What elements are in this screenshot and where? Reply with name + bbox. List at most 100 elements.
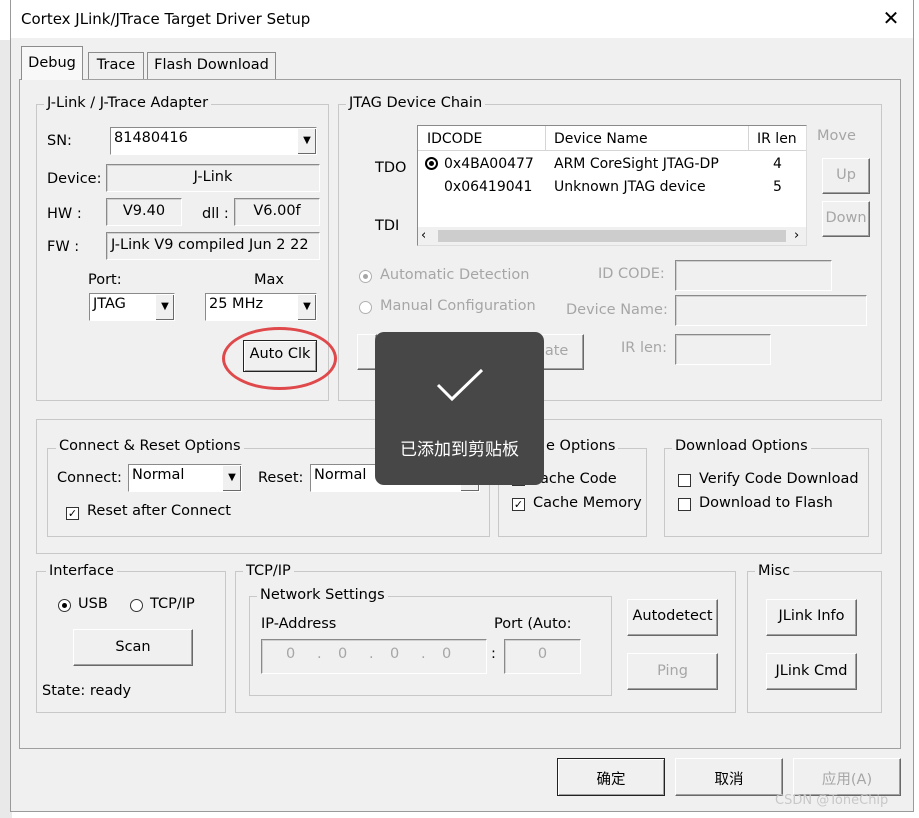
row-device-name: ARM CoreSight JTAG-DP bbox=[554, 156, 719, 172]
download-to-flash-checkbox[interactable] bbox=[678, 498, 691, 511]
column-header-idcode[interactable]: IDCODE bbox=[427, 131, 482, 147]
chevron-down-icon: ▼ bbox=[297, 128, 316, 154]
reset-label: Reset: bbox=[258, 470, 304, 486]
jlink-cmd-label: JLink Cmd bbox=[775, 663, 848, 679]
sn-select[interactable]: 81480416 ▼ bbox=[110, 127, 317, 155]
ip-octet-2: 0 bbox=[338, 646, 348, 662]
ping-label: Ping bbox=[657, 663, 688, 679]
state-label: State: ready bbox=[42, 683, 132, 699]
horizontal-scrollbar[interactable]: ‹ › bbox=[418, 227, 806, 245]
column-header-ir-len[interactable]: IR len bbox=[757, 131, 797, 147]
cancel-button[interactable]: 取消 bbox=[675, 758, 783, 796]
max-clock-select[interactable]: 25 MHz ▼ bbox=[205, 293, 317, 321]
list-item[interactable]: 0x4BA00477 ARM CoreSight JTAG-DP 4 bbox=[418, 153, 806, 175]
fw-field: J-Link V9 compiled Jun 2 22 bbox=[106, 232, 320, 260]
tab-trace-label: Trace bbox=[96, 57, 136, 73]
jtag-device-list[interactable]: IDCODE Device Name IR len 0x4BA00477 ARM… bbox=[417, 125, 807, 246]
tab-flash-download-label: Flash Download bbox=[154, 57, 269, 73]
chevron-down-icon: ▼ bbox=[222, 465, 241, 491]
ping-button[interactable]: Ping bbox=[627, 653, 718, 690]
usb-label: USB bbox=[78, 596, 108, 612]
automatic-detection-radio[interactable] bbox=[359, 270, 372, 283]
interface-title: Interface bbox=[46, 563, 117, 579]
manual-configuration-radio[interactable] bbox=[359, 301, 372, 314]
port-input-value: 0 bbox=[537, 646, 548, 662]
apply-button[interactable]: 应用(A) bbox=[793, 758, 901, 796]
tcpip-radio[interactable] bbox=[130, 599, 143, 612]
usb-radio[interactable] bbox=[58, 599, 71, 612]
ip-address-input[interactable]: 0 . 0 . 0 . 0 bbox=[261, 639, 487, 674]
port-separator: : bbox=[491, 646, 496, 662]
row-idcode: 0x4BA00477 bbox=[444, 156, 534, 172]
ok-button[interactable]: 确定 bbox=[557, 758, 665, 796]
column-divider bbox=[748, 126, 749, 151]
jtag-group-title: JTAG Device Chain bbox=[346, 95, 486, 111]
scan-label: Scan bbox=[115, 639, 151, 655]
add-button[interactable] bbox=[357, 334, 377, 370]
tdi-label: TDI bbox=[375, 218, 400, 234]
dll-label: dll : bbox=[202, 206, 229, 222]
verify-code-download-label: Verify Code Download bbox=[699, 471, 859, 487]
verify-code-download-checkbox[interactable] bbox=[678, 474, 691, 487]
ir-len-label: IR len: bbox=[621, 340, 667, 356]
cache-code-label: ache Code bbox=[540, 471, 617, 487]
close-icon[interactable]: ✕ bbox=[879, 6, 903, 30]
tab-debug[interactable]: Debug bbox=[21, 46, 83, 80]
scrollbar-thumb[interactable] bbox=[438, 230, 786, 242]
selected-radio-icon bbox=[425, 157, 438, 170]
reset-after-connect-checkbox[interactable]: ✓ bbox=[66, 507, 79, 520]
ip-dot: . bbox=[369, 646, 374, 662]
download-options-title: Download Options bbox=[672, 438, 811, 454]
ir-len-input[interactable] bbox=[675, 334, 771, 365]
port-auto-label: Port (Auto: bbox=[494, 616, 572, 632]
row-idcode: 0x06419041 bbox=[444, 179, 533, 195]
cache-memory-checkbox[interactable]: ✓ bbox=[512, 498, 525, 511]
cancel-label: 取消 bbox=[714, 772, 744, 788]
download-to-flash-label: Download to Flash bbox=[699, 495, 833, 511]
device-value: J-Link bbox=[193, 169, 233, 185]
port-input[interactable]: 0 bbox=[504, 639, 581, 674]
move-up-button[interactable]: Up bbox=[822, 158, 870, 194]
port-label: Port: bbox=[88, 272, 122, 288]
column-header-device-name[interactable]: Device Name bbox=[554, 131, 648, 147]
tab-flash-download[interactable]: Flash Download bbox=[147, 52, 276, 79]
automatic-detection-label: Automatic Detection bbox=[380, 267, 530, 283]
autodetect-button[interactable]: Autodetect bbox=[627, 599, 718, 636]
row-ir-len: 5 bbox=[773, 179, 782, 195]
chevron-right-icon[interactable]: › bbox=[794, 228, 799, 243]
chevron-left-icon[interactable]: ‹ bbox=[421, 228, 426, 243]
idcode-input[interactable] bbox=[675, 260, 832, 291]
connect-select[interactable]: Normal ▼ bbox=[128, 464, 242, 492]
port-select[interactable]: JTAG ▼ bbox=[89, 293, 175, 321]
scan-button[interactable]: Scan bbox=[73, 629, 193, 666]
tab-debug-label: Debug bbox=[28, 55, 76, 71]
device-name-input[interactable] bbox=[675, 295, 867, 326]
ip-octet-4: 0 bbox=[442, 646, 452, 662]
watermark: CSDN @ToneChip bbox=[775, 793, 889, 808]
list-item[interactable]: 0x06419041 Unknown JTAG device 5 bbox=[418, 176, 806, 198]
network-settings-title: Network Settings bbox=[257, 587, 388, 603]
move-label: Move bbox=[817, 128, 856, 144]
misc-title: Misc bbox=[755, 563, 794, 579]
manual-configuration-label: Manual Configuration bbox=[380, 298, 536, 314]
dll-field: V6.00f bbox=[234, 198, 320, 226]
reset-after-connect-label: Reset after Connect bbox=[87, 503, 231, 519]
jlink-cmd-button[interactable]: JLink Cmd bbox=[766, 653, 857, 690]
row-device-name: Unknown JTAG device bbox=[554, 179, 706, 195]
cache-memory-label: Cache Memory bbox=[533, 495, 642, 511]
connect-value: Normal bbox=[132, 467, 185, 483]
title-bar: Cortex JLink/JTrace Target Driver Setup … bbox=[11, 0, 913, 38]
window-title: Cortex JLink/JTrace Target Driver Setup bbox=[21, 10, 311, 28]
connect-label: Connect: bbox=[57, 470, 122, 486]
fw-value: J-Link V9 compiled Jun 2 22 bbox=[111, 237, 309, 253]
fw-label: FW : bbox=[47, 239, 80, 255]
device-label: Device: bbox=[47, 171, 102, 187]
autodetect-label: Autodetect bbox=[632, 608, 713, 624]
adapter-group-title: J-Link / J-Trace Adapter bbox=[44, 95, 212, 111]
tab-trace[interactable]: Trace bbox=[88, 52, 144, 79]
connect-reset-title: Connect & Reset Options bbox=[56, 438, 244, 454]
jlink-info-button[interactable]: JLink Info bbox=[766, 599, 857, 636]
move-down-button[interactable]: Down bbox=[822, 201, 870, 237]
ip-octet-1: 0 bbox=[286, 646, 296, 662]
jlink-info-label: JLink Info bbox=[778, 608, 845, 624]
